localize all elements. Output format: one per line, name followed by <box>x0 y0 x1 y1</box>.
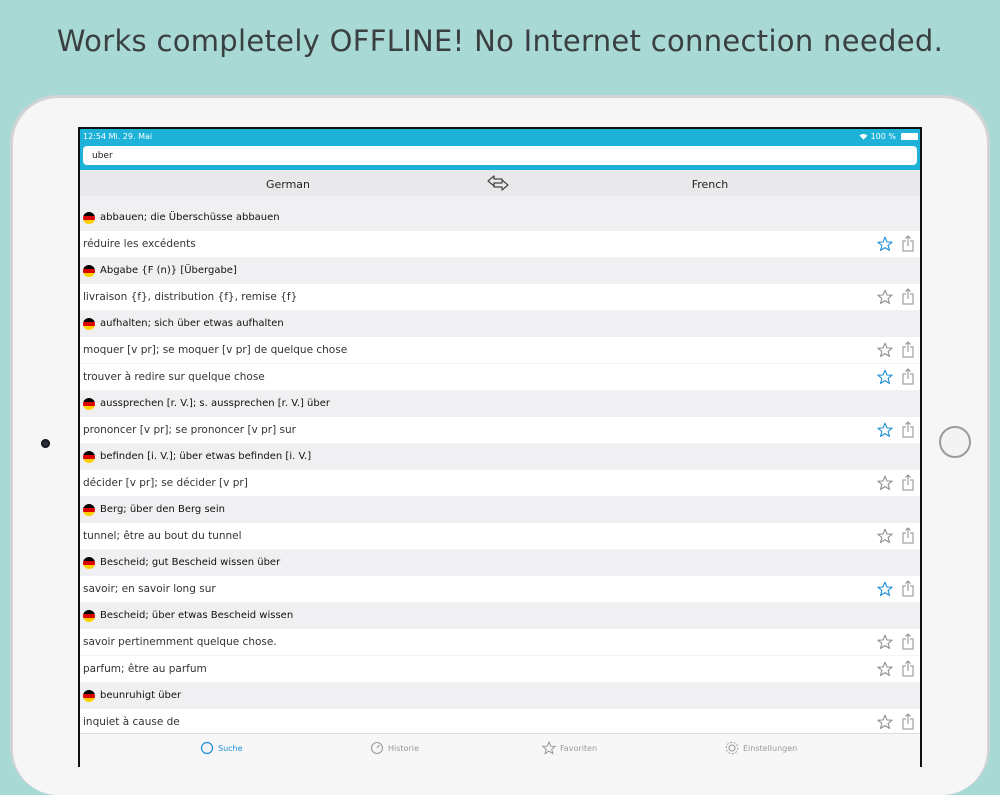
star-icon[interactable] <box>877 475 893 491</box>
star-icon[interactable] <box>877 369 893 385</box>
headword-text: aussprechen [r. V.]; s. aussprechen [r. … <box>100 398 330 409</box>
translation-text: parfum; être au parfum <box>83 663 207 675</box>
search-bar <box>80 145 920 170</box>
entry-headword-row[interactable]: Bescheid; über etwas Bescheid wissen <box>80 603 920 629</box>
star-icon[interactable] <box>877 528 893 544</box>
entry-headword-row[interactable]: Berg; über den Berg sein <box>80 497 920 523</box>
german-flag-icon <box>83 212 95 224</box>
translation-text: savoir; en savoir long sur <box>83 583 216 595</box>
entry-headword-row[interactable]: befinden [i. V.]; über etwas befinden [i… <box>80 444 920 470</box>
star-icon[interactable] <box>877 342 893 358</box>
home-button[interactable] <box>939 426 971 458</box>
translation-text: prononcer [v pr]; se prononcer [v pr] su… <box>83 424 296 436</box>
tab-label: Historie <box>388 743 419 753</box>
translation-row[interactable]: parfum; être au parfum <box>80 656 920 683</box>
ipad-screen: 12:54 Mi. 29. Mai 100 % German French ab… <box>78 127 922 767</box>
source-language[interactable]: German <box>80 178 496 191</box>
translation-text: moquer [v pr]; se moquer [v pr] de quelq… <box>83 344 348 356</box>
translation-row[interactable]: savoir pertinemment quelque chose. <box>80 629 920 656</box>
entry-headword-row[interactable]: abbauen; die Überschüsse abbauen <box>80 205 920 231</box>
tab-suche[interactable]: Suche <box>200 741 243 755</box>
share-icon[interactable] <box>902 368 914 385</box>
german-flag-icon <box>83 504 95 516</box>
star-icon[interactable] <box>877 661 893 677</box>
star-icon[interactable] <box>877 634 893 650</box>
search-icon <box>200 741 214 755</box>
translation-row[interactable]: livraison {f}, distribution {f}, remise … <box>80 284 920 311</box>
translation-row[interactable]: tunnel; être au bout du tunnel <box>80 523 920 550</box>
entry-headword-row[interactable]: aufhalten; sich über etwas aufhalten <box>80 311 920 337</box>
translation-text: livraison {f}, distribution {f}, remise … <box>83 291 298 303</box>
star-icon[interactable] <box>877 581 893 597</box>
tab-bar: Suche Historie Favoriten Einstellungen <box>80 733 920 767</box>
translation-text: décider [v pr]; se décider [v pr] <box>83 477 248 489</box>
german-flag-icon <box>83 451 95 463</box>
german-flag-icon <box>83 318 95 330</box>
headword-text: abbauen; die Überschüsse abbauen <box>100 212 280 223</box>
status-time: 12:54 Mi. 29. Mai <box>83 132 153 141</box>
translation-row[interactable]: réduire les excédents <box>80 231 920 258</box>
tab-label: Favoriten <box>560 743 598 753</box>
front-camera <box>41 439 50 448</box>
share-icon[interactable] <box>902 713 914 730</box>
wifi-icon <box>859 134 868 140</box>
share-icon[interactable] <box>902 660 914 677</box>
results-list: abbauen; die Überschüsse abbauen réduire … <box>80 205 920 736</box>
share-icon[interactable] <box>902 421 914 438</box>
entry-headword-row[interactable]: aussprechen [r. V.]; s. aussprechen [r. … <box>80 391 920 417</box>
share-icon[interactable] <box>902 474 914 491</box>
translation-row[interactable]: décider [v pr]; se décider [v pr] <box>80 470 920 497</box>
promo-headline: Works completely OFFLINE! No Internet co… <box>56 24 944 58</box>
share-icon[interactable] <box>902 580 914 597</box>
translation-text: savoir pertinemment quelque chose. <box>83 636 277 648</box>
language-bar: German French <box>80 170 920 196</box>
german-flag-icon <box>83 398 95 410</box>
headword-text: Abgabe {F (n)} [Übergabe] <box>100 265 237 276</box>
german-flag-icon <box>83 690 95 702</box>
translation-row[interactable]: savoir; en savoir long sur <box>80 576 920 603</box>
entry-headword-row[interactable]: beunruhigt über <box>80 683 920 709</box>
translation-text: trouver à redire sur quelque chose <box>83 371 265 383</box>
headword-text: beunruhigt über <box>100 690 182 701</box>
clock-icon <box>370 741 384 755</box>
tab-favoriten[interactable]: Favoriten <box>542 741 597 755</box>
star-icon[interactable] <box>877 714 893 730</box>
tab-label: Einstellungen <box>743 743 798 753</box>
german-flag-icon <box>83 610 95 622</box>
target-language[interactable]: French <box>500 178 920 191</box>
headword-text: aufhalten; sich über etwas aufhalten <box>100 318 284 329</box>
headword-text: Bescheid; gut Bescheid wissen über <box>100 557 281 568</box>
star-icon[interactable] <box>877 236 893 252</box>
star-icon[interactable] <box>877 422 893 438</box>
share-icon[interactable] <box>902 288 914 305</box>
star-icon <box>542 741 556 755</box>
gear-icon <box>725 741 739 755</box>
headword-text: Berg; über den Berg sein <box>100 504 225 515</box>
share-icon[interactable] <box>902 341 914 358</box>
german-flag-icon <box>83 265 95 277</box>
translation-row[interactable]: inquiet à cause de <box>80 709 920 736</box>
tab-label: Suche <box>218 743 243 753</box>
translation-row[interactable]: moquer [v pr]; se moquer [v pr] de quelq… <box>80 337 920 364</box>
entry-headword-row[interactable]: Abgabe {F (n)} [Übergabe] <box>80 258 920 284</box>
headword-text: befinden [i. V.]; über etwas befinden [i… <box>100 451 312 462</box>
translation-row[interactable]: trouver à redire sur quelque chose <box>80 364 920 391</box>
star-icon[interactable] <box>877 289 893 305</box>
share-icon[interactable] <box>902 527 914 544</box>
share-icon[interactable] <box>902 235 914 252</box>
translation-text: inquiet à cause de <box>83 716 180 728</box>
tab-einstellungen[interactable]: Einstellungen <box>725 741 797 755</box>
status-bar: 12:54 Mi. 29. Mai 100 % <box>80 129 920 145</box>
headword-text: Bescheid; über etwas Bescheid wissen <box>100 610 294 621</box>
german-flag-icon <box>83 557 95 569</box>
battery-percent: 100 % <box>870 132 896 141</box>
share-icon[interactable] <box>902 633 914 650</box>
translation-text: tunnel; être au bout du tunnel <box>83 530 242 542</box>
search-input[interactable] <box>83 146 917 165</box>
tab-historie[interactable]: Historie <box>370 741 419 755</box>
translation-row[interactable]: prononcer [v pr]; se prononcer [v pr] su… <box>80 417 920 444</box>
battery-icon <box>901 133 918 140</box>
translation-text: réduire les excédents <box>83 238 196 250</box>
entry-headword-row[interactable]: Bescheid; gut Bescheid wissen über <box>80 550 920 576</box>
